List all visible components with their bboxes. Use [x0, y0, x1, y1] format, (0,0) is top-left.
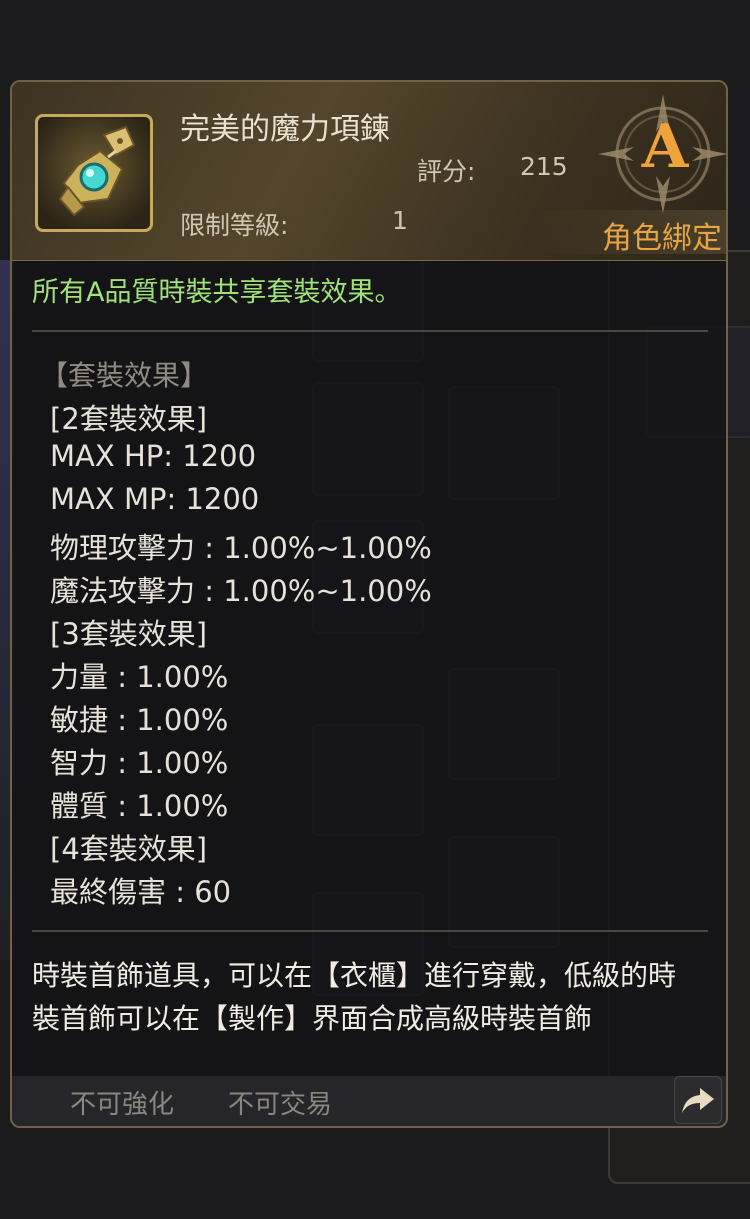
set-effects-title: 【套裝效果】 [40, 359, 209, 392]
not-tradeable-tag: 不可交易 [228, 1090, 333, 1120]
grade-letter: A [641, 112, 689, 182]
share-button[interactable] [674, 1076, 722, 1124]
set-effect-line: [4套裝效果] [50, 832, 208, 866]
set-effect-line: 智力 : 1.00% [50, 746, 229, 780]
level-requirement-label: 限制等級: [180, 211, 289, 240]
set-effect-line: 魔法攻擊力 : 1.00%~1.00% [50, 574, 432, 608]
set-effect-line: MAX HP: 1200 [50, 439, 257, 473]
set-effect-line: 體質 : 1.00% [50, 789, 229, 823]
share-arrow-icon [682, 1088, 714, 1113]
score-value: 215 [520, 152, 568, 181]
item-icon-frame [35, 114, 153, 232]
item-name: 完美的魔力項鍊 [180, 112, 390, 147]
bind-status-text: 角色綁定 [602, 221, 722, 256]
set-effect-line: 最終傷害 : 60 [50, 875, 232, 909]
necklace-icon [58, 125, 136, 217]
divider [32, 930, 708, 932]
set-effect-line: 物理攻擊力 : 1.00%~1.00% [50, 531, 432, 565]
not-enhanceable-tag: 不可強化 [70, 1090, 175, 1120]
set-effect-line: [2套裝效果] [50, 402, 208, 436]
score-label: 評分: [417, 157, 476, 186]
level-requirement-value: 1 [392, 206, 408, 235]
divider [32, 330, 708, 332]
set-effect-line: 敏捷 : 1.00% [50, 703, 229, 737]
item-description: 時裝首飾道具，可以在【衣櫃】進行穿戴，低級的時裝首飾可以在【製作】界面合成高級時… [32, 959, 677, 1035]
set-effect-line: MAX MP: 1200 [50, 482, 260, 516]
item-tooltip: 完美的魔力項鍊 評分: 215 限制等級: 1 A 角色綁定 所有A品質時裝共享… [10, 80, 728, 1128]
set-share-notice: 所有A品質時裝共享套裝效果。 [32, 277, 402, 308]
tooltip-header: 完美的魔力項鍊 評分: 215 限制等級: 1 A 角色綁定 [12, 82, 726, 261]
set-effect-line: 力量 : 1.00% [50, 660, 229, 694]
set-effect-line: [3套裝效果] [50, 617, 208, 651]
tooltip-footer: 不可強化 不可交易 [12, 1076, 726, 1126]
